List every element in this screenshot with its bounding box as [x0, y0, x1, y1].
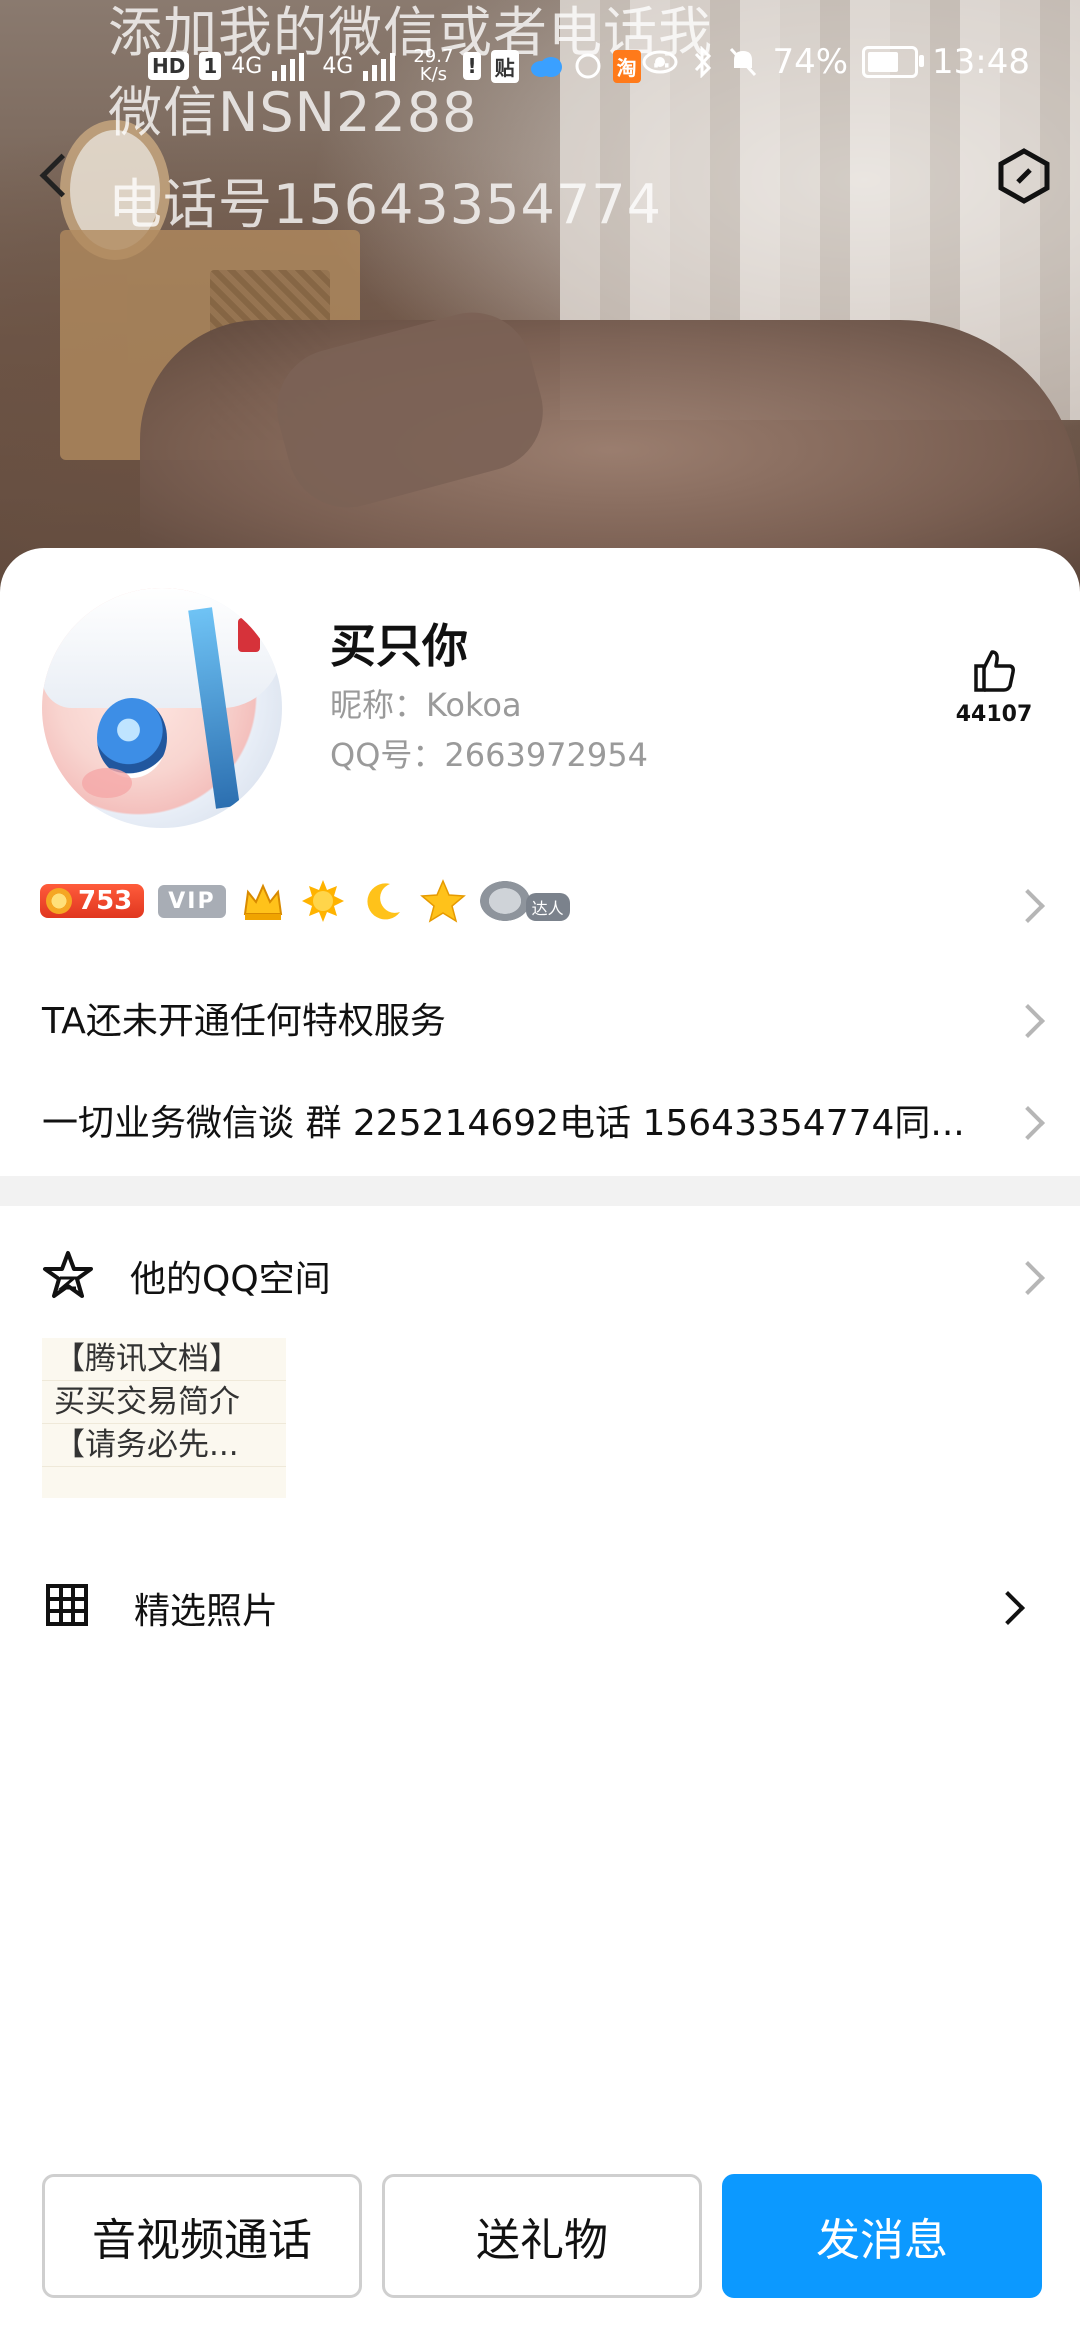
taobao-icon: 淘: [612, 49, 641, 83]
profile-card: 买只你 昵称：Kokoa QQ号：2663972954 44107 753 VI…: [0, 548, 1080, 2340]
star-badge-icon: [419, 879, 466, 923]
wing-icon: [479, 881, 530, 921]
avatar-blush: [82, 768, 132, 798]
qzone-label: 他的QQ空间: [130, 1259, 331, 1300]
daren-badge: 达人: [479, 879, 570, 923]
like-count: 44107: [955, 702, 1033, 727]
network-4g-2: 4G: [322, 53, 354, 79]
status-left-icons: HD 1 4G 4G 29.7 K/s ! 贴 淘 ··: [148, 46, 672, 86]
more-settings-button[interactable]: [998, 148, 1050, 204]
signature-chevron-icon: [1011, 1106, 1045, 1140]
crown-icon: [243, 883, 282, 920]
cover-bed: [140, 320, 1080, 580]
signature-row[interactable]: 一切业务微信谈 群 225214692电话 15643354774同...: [42, 1094, 965, 1146]
moon-icon: [367, 883, 400, 920]
status-right-icons: 74% 13:48: [642, 42, 1030, 82]
signal-icon-1: [272, 53, 305, 81]
featured-photos-label: 精选照片: [134, 1591, 279, 1632]
level-value: 753: [78, 886, 133, 916]
cloud-icon: [530, 57, 562, 77]
alert-icon: !: [463, 52, 481, 80]
qzone-row[interactable]: 他的QQ空间: [40, 1236, 1040, 1316]
sun-coin-icon: [46, 888, 72, 914]
video-call-button[interactable]: 音视频通话: [42, 2174, 362, 2298]
level-badge: 753: [40, 884, 145, 918]
photos-chevron-icon: [991, 1591, 1025, 1625]
profile-nickname: 昵称：Kokoa: [330, 686, 522, 724]
qzone-preview-line: 买买交易简介: [42, 1381, 286, 1424]
hexagon-icon: [998, 148, 1050, 204]
daren-label: 达人: [525, 893, 570, 921]
eye-icon: [642, 50, 678, 74]
tieba-icon: 贴: [490, 49, 519, 83]
sun-icon: [301, 880, 344, 922]
avatar-ribbon: [238, 618, 260, 652]
cover-overlay-line-3: 电话号15643354774: [108, 173, 662, 236]
send-message-button[interactable]: 发消息: [722, 2174, 1042, 2298]
clock: 13:48: [932, 42, 1030, 82]
battery-icon: [862, 46, 925, 78]
profile-name: 买只你: [330, 619, 468, 673]
featured-photos-row[interactable]: 精选照片: [40, 1568, 1040, 1648]
avatar[interactable]: [42, 588, 282, 828]
battery-percent: 74%: [772, 42, 849, 82]
avatar-eye: [97, 698, 167, 778]
network-speed: 29.7 K/s: [413, 48, 453, 84]
thumbs-up-icon: [974, 650, 1015, 692]
bluetooth-icon: [695, 46, 712, 78]
back-button[interactable]: [36, 150, 76, 200]
circle-icon: [575, 53, 601, 79]
sim-badge: 1: [199, 52, 222, 80]
network-speed-unit: K/s: [419, 64, 448, 85]
bottom-action-bar: 音视频通话 送礼物 发消息: [42, 2174, 1042, 2298]
qzone-star-icon: [43, 1251, 93, 1298]
qzone-preview-line: 【请务必先...: [42, 1424, 286, 1467]
like-button[interactable]: 44107: [954, 646, 1034, 727]
vip-badge: VIP: [158, 884, 226, 918]
status-bar: HD 1 4G 4G 29.7 K/s ! 贴 淘 ·· 74% 13:48: [0, 42, 1080, 92]
privilege-row[interactable]: TA还未开通任何特权服务: [42, 992, 446, 1044]
signal-icon-2: [363, 53, 396, 81]
hd-badge: HD: [148, 52, 190, 80]
badges-row[interactable]: 753 VIP 达人: [40, 873, 1040, 929]
grid-icon: [46, 1584, 88, 1626]
qzone-preview-line: 【腾讯文档】: [42, 1338, 286, 1381]
network-4g-1: 4G: [231, 53, 263, 79]
send-gift-button[interactable]: 送礼物: [382, 2174, 702, 2298]
battery-fill: [868, 52, 899, 72]
mute-icon: [730, 47, 757, 77]
privilege-chevron-icon: [1011, 1004, 1045, 1038]
qzone-preview-card[interactable]: 【腾讯文档】 买买交易简介 【请务必先...: [42, 1338, 286, 1498]
profile-qq-number: QQ号：2663972954: [330, 736, 648, 774]
section-divider: [0, 1176, 1080, 1206]
